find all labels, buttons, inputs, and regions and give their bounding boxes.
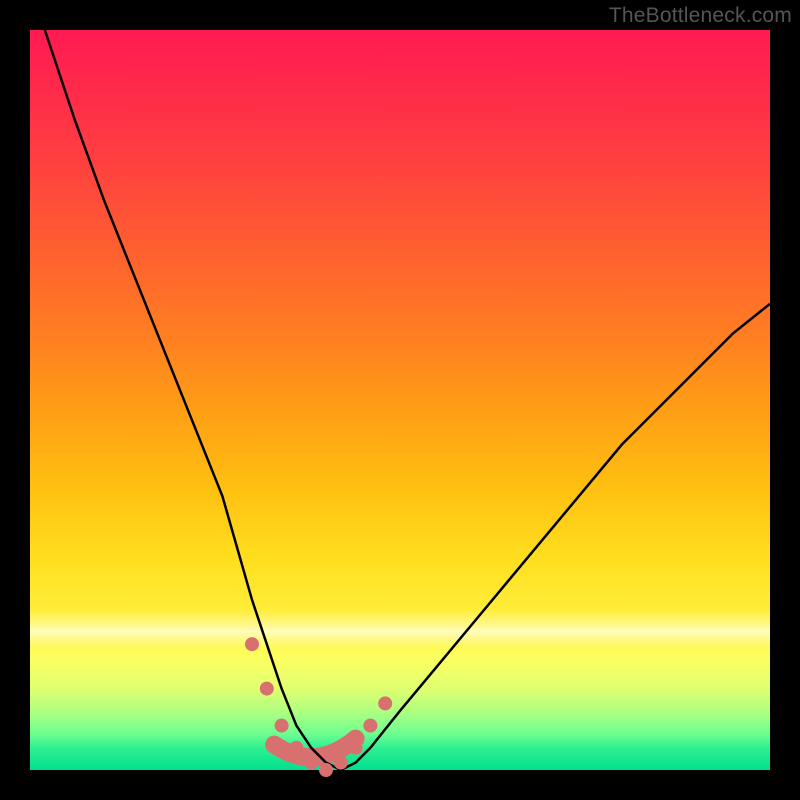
highlight-dot [349, 741, 363, 755]
chart-frame: TheBottleneck.com [0, 0, 800, 800]
highlight-dot [363, 719, 377, 733]
highlight-dot [334, 756, 348, 770]
highlight-dot [260, 682, 274, 696]
highlight-dot [319, 763, 333, 777]
bottleneck-curve [45, 30, 770, 770]
highlight-dot [378, 696, 392, 710]
highlight-dot [289, 741, 303, 755]
highlight-dot [275, 719, 289, 733]
highlight-band [274, 739, 355, 758]
highlight-dot [304, 756, 318, 770]
curve-layer [30, 30, 770, 770]
highlight-dot [245, 637, 259, 651]
watermark-text: TheBottleneck.com [609, 4, 792, 28]
